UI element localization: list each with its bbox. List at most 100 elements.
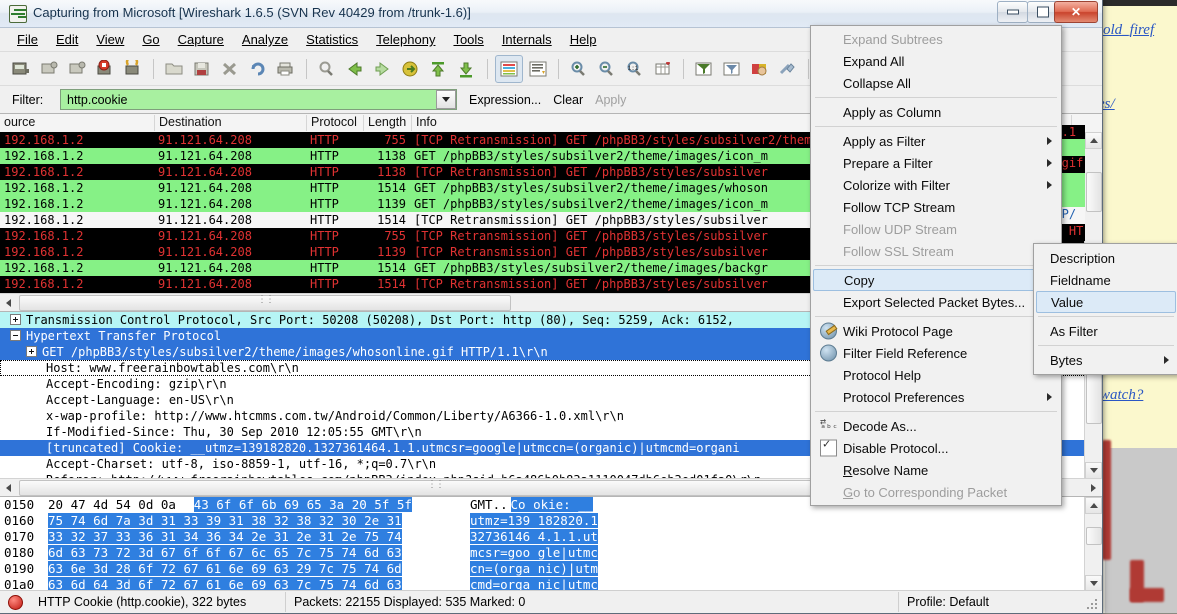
column-header-destination[interactable]: Destination: [155, 115, 307, 131]
resize-columns-icon[interactable]: [650, 56, 676, 82]
menu-item-follow-tcp-stream[interactable]: Follow TCP Stream: [811, 196, 1061, 218]
detail-hscrollbar-thumb[interactable]: [19, 479, 851, 496]
print-icon[interactable]: [273, 56, 299, 82]
resize-grip-icon[interactable]: [1087, 599, 1099, 611]
detail-scroll-right-arrow-icon[interactable]: [1085, 480, 1102, 496]
column-header-source[interactable]: ource: [0, 115, 155, 131]
go-first-packet-icon[interactable]: [426, 56, 452, 82]
menu-view[interactable]: View: [87, 29, 133, 50]
filter-history-dropdown-button[interactable]: [436, 90, 456, 109]
go-back-icon[interactable]: [342, 56, 368, 82]
go-to-packet-icon[interactable]: [398, 56, 424, 82]
detail-scroll-left-arrow-icon[interactable]: [0, 480, 17, 496]
filter-input[interactable]: http.cookie: [61, 93, 127, 107]
menu-statistics[interactable]: Statistics: [297, 29, 367, 50]
coloring-rules-icon[interactable]: [719, 56, 745, 82]
menu-analyze[interactable]: Analyze: [233, 29, 297, 50]
menu-item-decode-as[interactable]: ⇄ ᵃᵇᶜ Decode As...: [811, 415, 1061, 437]
find-packet-icon[interactable]: [314, 56, 340, 82]
display-filters-icon[interactable]: [691, 56, 717, 82]
detail-scroll-down-arrow-icon[interactable]: [1085, 462, 1102, 479]
menu-item-apply-as-filter[interactable]: Apply as Filter: [811, 130, 1061, 152]
menu-item-follow-udp-stream: Follow UDP Stream: [811, 218, 1061, 240]
menu-item-protocol-help[interactable]: Protocol Help: [811, 364, 1061, 386]
submenu-item-value[interactable]: Value: [1036, 291, 1176, 313]
menu-tools[interactable]: Tools: [444, 29, 492, 50]
zoom-out-icon[interactable]: [594, 56, 620, 82]
clear-filter-button[interactable]: Clear: [553, 93, 583, 107]
copy-submenu[interactable]: Description Fieldname Value As Filter Bytes: [1033, 243, 1177, 375]
preferences-icon[interactable]: [747, 56, 773, 82]
cell-length: 755: [384, 133, 406, 147]
submenu-item-description[interactable]: Description: [1034, 247, 1177, 269]
column-header-length[interactable]: Length: [364, 115, 412, 131]
scrollbar-thumb[interactable]: [1086, 172, 1102, 212]
start-capture-icon[interactable]: [64, 56, 90, 82]
tree-minus-icon[interactable]: [10, 330, 21, 341]
hscrollbar-thumb[interactable]: [19, 294, 511, 311]
menu-item-resolve-name[interactable]: Resolve Name: [811, 459, 1061, 481]
close-button[interactable]: ✕: [1054, 1, 1098, 23]
cell-destination: 91.121.64.208: [158, 149, 252, 163]
bytes-scroll-up-arrow-icon[interactable]: [1085, 497, 1102, 514]
cell-source: 192.168.1.2: [4, 213, 84, 227]
menu-help[interactable]: Help: [561, 29, 606, 50]
reload-icon[interactable]: [245, 56, 271, 82]
column-header-protocol[interactable]: Protocol: [307, 115, 364, 131]
apply-filter-button[interactable]: Apply: [595, 93, 626, 107]
menu-item-copy[interactable]: Copy: [813, 269, 1059, 291]
menu-item-wiki-protocol-page[interactable]: Wiki Protocol Page: [811, 320, 1061, 342]
menu-item-filter-field-reference[interactable]: Filter Field Reference: [811, 342, 1061, 364]
detail-scrollbar-thumb[interactable]: [1086, 367, 1102, 424]
stop-capture-icon[interactable]: [92, 56, 118, 82]
menu-item-label: Apply as Filter: [843, 133, 926, 149]
submenu-item-bytes[interactable]: Bytes: [1034, 349, 1177, 371]
save-file-icon[interactable]: [189, 56, 215, 82]
restart-capture-icon[interactable]: [120, 56, 146, 82]
menu-capture[interactable]: Capture: [169, 29, 233, 50]
tools-icon[interactable]: [775, 56, 801, 82]
menu-item-expand-all[interactable]: Expand All: [811, 50, 1061, 72]
menu-item-protocol-preferences[interactable]: Protocol Preferences: [811, 386, 1061, 408]
packet-detail-context-menu[interactable]: Expand Subtrees Expand All Collapse All App…: [810, 25, 1062, 506]
menu-item-export-selected-packet-bytes[interactable]: Export Selected Packet Bytes...: [811, 291, 1061, 313]
background-link-4[interactable]: watch?: [1100, 387, 1143, 404]
submenu-item-fieldname[interactable]: Fieldname: [1034, 269, 1177, 291]
status-profile[interactable]: Profile: Default: [899, 591, 1102, 613]
minimize-glyph: [1006, 9, 1019, 15]
menu-internals[interactable]: Internals: [493, 29, 561, 50]
menu-item-colorize-with-filter[interactable]: Colorize with Filter: [811, 174, 1061, 196]
zoom-reset-icon[interactable]: 1:1: [622, 56, 648, 82]
menu-file[interactable]: File: [8, 29, 47, 50]
menu-telephony[interactable]: Telephony: [367, 29, 444, 50]
menu-item-disable-protocol[interactable]: Disable Protocol...: [811, 437, 1061, 459]
tree-plus-icon[interactable]: [26, 346, 37, 357]
close-file-icon[interactable]: [217, 56, 243, 82]
capture-options-icon[interactable]: [36, 56, 62, 82]
open-file-icon[interactable]: [161, 56, 187, 82]
go-last-packet-icon[interactable]: [454, 56, 480, 82]
bytes-scrollbar-thumb[interactable]: [1086, 527, 1102, 545]
submenu-item-as-filter[interactable]: As Filter: [1034, 320, 1177, 342]
scroll-up-arrow-icon[interactable]: [1085, 132, 1102, 149]
menu-item-collapse-all[interactable]: Collapse All: [811, 72, 1061, 94]
tree-plus-icon[interactable]: [10, 314, 21, 325]
cell-info: [TCP Retransmission] GET /phpBB3/styles/…: [414, 245, 769, 259]
filter-input-wrapper[interactable]: http.cookie: [60, 89, 457, 110]
interfaces-icon[interactable]: [8, 56, 34, 82]
menu-edit[interactable]: Edit: [47, 29, 87, 50]
minimize-button[interactable]: [997, 1, 1028, 23]
auto-scroll-icon[interactable]: [525, 56, 551, 82]
packet-bytes-pane[interactable]: 0150 20 47 4d 54 0d 0a 43 6f 6f 6b 69 65 3…: [0, 496, 1102, 592]
scroll-left-arrow-icon[interactable]: [0, 295, 17, 311]
background-link-1[interactable]: old_firef: [1103, 22, 1154, 39]
bytes-vertical-scrollbar[interactable]: [1084, 497, 1102, 592]
zoom-in-icon[interactable]: [566, 56, 592, 82]
checkbox-icon[interactable]: [820, 438, 837, 457]
menu-item-prepare-a-filter[interactable]: Prepare a Filter: [811, 152, 1061, 174]
colorize-icon[interactable]: [495, 54, 523, 83]
menu-go[interactable]: Go: [133, 29, 168, 50]
expression-button[interactable]: Expression...: [469, 93, 541, 107]
go-forward-icon[interactable]: [370, 56, 396, 82]
menu-item-apply-as-column[interactable]: Apply as Column: [811, 101, 1061, 123]
